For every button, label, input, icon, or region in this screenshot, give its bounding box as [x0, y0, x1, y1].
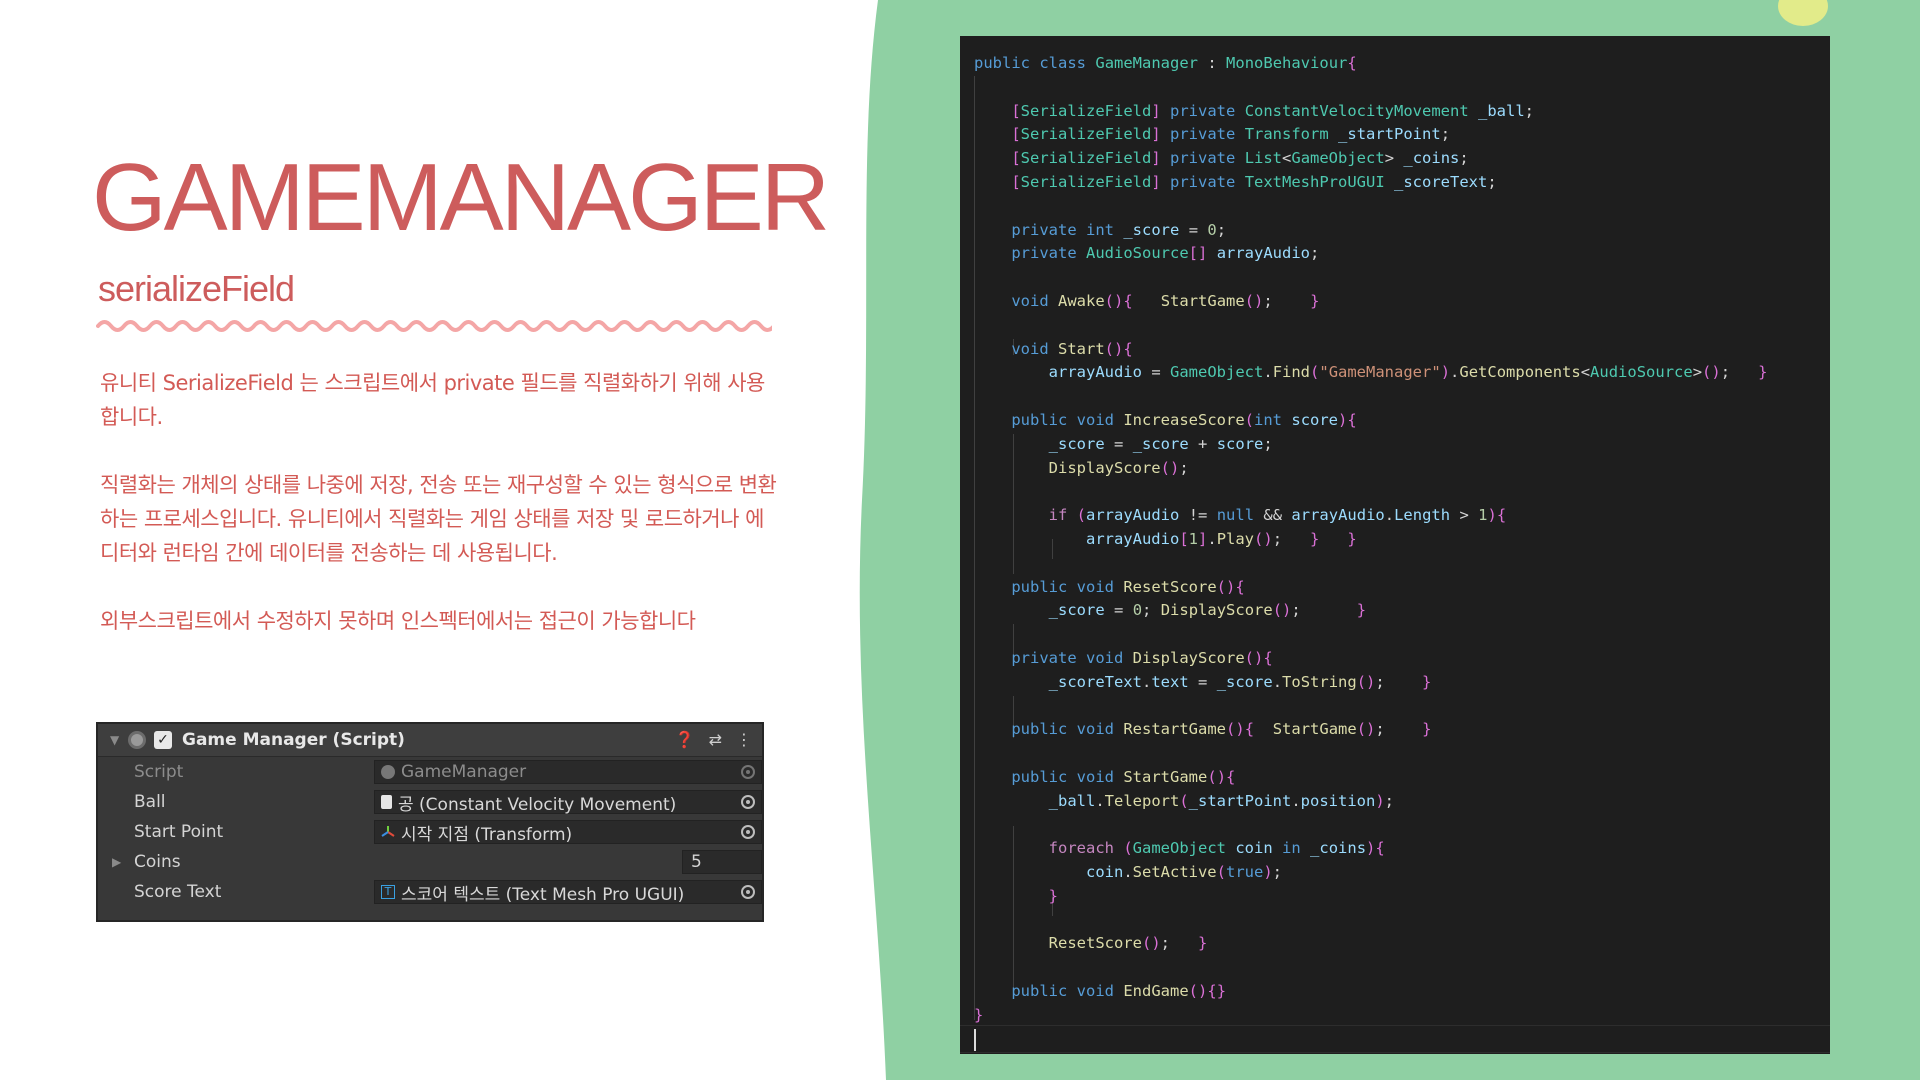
- code-line: _ball.Teleport(_startPoint.position);: [1048, 791, 1395, 810]
- slide-subtitle: serializeField: [98, 268, 295, 309]
- code-line: arrayAudio[1].Play(); } }: [1085, 529, 1357, 548]
- code-line: if (arrayAudio != null && arrayAudio.Len…: [1048, 506, 1507, 525]
- code-line: _score = 0; DisplayScore(); }: [1048, 601, 1367, 620]
- code-editor: public class GameManager : MonoBehaviour…: [960, 36, 1830, 1054]
- inspector-row-ball: Ball 공 (Constant Velocity Movement): [98, 787, 762, 817]
- score-text-field[interactable]: T 스코어 텍스트 (Text Mesh Pro UGUI): [374, 880, 762, 905]
- code-line: _score = _score + score;: [1048, 434, 1273, 453]
- foldout-arrow-icon[interactable]: ▶: [112, 855, 121, 869]
- component-header[interactable]: ▼ ✓ Game Manager (Script) ❓ ⇄ ⋮: [98, 724, 762, 757]
- paragraph-2: 직렬화는 개체의 상태를 나중에 저장, 전송 또는 재구성할 수 있는 형식으…: [100, 473, 777, 565]
- code-line: void Start(){: [1011, 339, 1133, 358]
- object-picker-icon[interactable]: [741, 795, 755, 809]
- field-value: GameManager: [401, 762, 527, 782]
- inspector-row-start-point: Start Point 시작 지점 (Transform): [98, 817, 762, 847]
- code-line: [SerializeField] private List<GameObject…: [1011, 149, 1469, 168]
- code-line: public void ResetScore(){: [1011, 577, 1245, 596]
- start-point-field[interactable]: 시작 지점 (Transform): [374, 820, 762, 845]
- object-picker-icon[interactable]: [741, 885, 755, 899]
- code-line: _scoreText.text = _score.ToString(); }: [1048, 672, 1432, 691]
- code-line: public void IncreaseScore(int score){: [1011, 410, 1357, 429]
- code-line: arrayAudio = GameObject.Find("GameManage…: [1048, 363, 1768, 382]
- wavy-underline: [96, 320, 772, 332]
- script-field: GameManager: [374, 760, 762, 784]
- code-line: coin.SetActive(true);: [1085, 863, 1283, 882]
- field-label: Start Point: [134, 822, 224, 842]
- slide-title: GAMEMANAGER: [92, 144, 830, 251]
- text-cursor: [974, 1029, 976, 1051]
- inspector-row-score-text: Score Text T 스코어 텍스트 (Text Mesh Pro UGUI…: [98, 877, 762, 907]
- field-value: 시작 지점 (Transform): [401, 824, 573, 845]
- textmeshpro-icon: T: [381, 885, 395, 899]
- code-line: public class GameManager : MonoBehaviour…: [974, 54, 1357, 72]
- transform-icon: [381, 826, 395, 837]
- field-label: Coins: [134, 852, 181, 872]
- code-text[interactable]: public class GameManager : MonoBehaviour…: [974, 52, 1767, 1028]
- current-line-highlight: [960, 1025, 1830, 1053]
- unity-inspector-panel: ▼ ✓ Game Manager (Script) ❓ ⇄ ⋮ Script G…: [96, 722, 764, 922]
- field-label: Script: [134, 762, 184, 782]
- paragraph-1: 유니티 SerializeField 는 스크립트에서 private 필드를 …: [100, 371, 765, 429]
- code-line: }: [974, 1005, 984, 1024]
- field-value: 공 (Constant Velocity Movement): [398, 794, 677, 815]
- code-line: public void EndGame(){}: [1011, 982, 1227, 1001]
- code-line: void Awake(){ StartGame(); }: [1011, 291, 1320, 310]
- component-title: Game Manager (Script): [182, 730, 405, 750]
- code-line: ResetScore(); }: [1048, 934, 1208, 953]
- more-icon[interactable]: ⋮: [736, 730, 752, 749]
- code-line: private void DisplayScore(){: [1011, 648, 1273, 667]
- inspector-row-coins[interactable]: ▶ Coins 5: [98, 847, 762, 877]
- field-value: 스코어 텍스트 (Text Mesh Pro UGUI): [401, 884, 685, 905]
- script-file-icon: [381, 795, 392, 809]
- preset-icon[interactable]: ⇄: [709, 730, 722, 749]
- script-icon: [381, 765, 395, 779]
- code-line: private AudioSource[] arrayAudio;: [1011, 244, 1320, 263]
- paragraph-3: 외부스크립트에서 수정하지 못하며 인스펙터에서는 접근이 가능합니다: [100, 609, 696, 633]
- object-picker-icon: [741, 765, 755, 779]
- code-line: private int _score = 0;: [1011, 220, 1227, 239]
- code-line: foreach (GameObject coin in _coins){: [1048, 839, 1385, 858]
- code-line: DisplayScore();: [1048, 458, 1189, 477]
- object-picker-icon[interactable]: [741, 825, 755, 839]
- foldout-arrow-icon[interactable]: ▼: [110, 733, 128, 747]
- code-line: [SerializeField] private Transform _star…: [1011, 125, 1451, 144]
- ball-field[interactable]: 공 (Constant Velocity Movement): [374, 790, 762, 815]
- code-line: [SerializeField] private ConstantVelocit…: [1011, 101, 1535, 120]
- field-label: Score Text: [134, 882, 222, 902]
- script-component-icon: [128, 731, 146, 749]
- code-line: public void StartGame(){: [1011, 767, 1236, 786]
- field-value: 5: [691, 852, 702, 872]
- inspector-row-script: Script GameManager: [98, 757, 762, 787]
- help-icon[interactable]: ❓: [675, 730, 695, 749]
- code-line: [SerializeField] private TextMeshProUGUI…: [1011, 172, 1497, 191]
- field-label: Ball: [134, 792, 166, 812]
- enable-checkbox[interactable]: ✓: [154, 731, 172, 749]
- code-line: }: [1048, 886, 1058, 905]
- description-text: 유니티 SerializeField 는 스크립트에서 private 필드를 …: [100, 366, 780, 672]
- code-line: public void RestartGame(){ StartGame(); …: [1011, 720, 1432, 739]
- coins-size-field[interactable]: 5: [682, 850, 762, 874]
